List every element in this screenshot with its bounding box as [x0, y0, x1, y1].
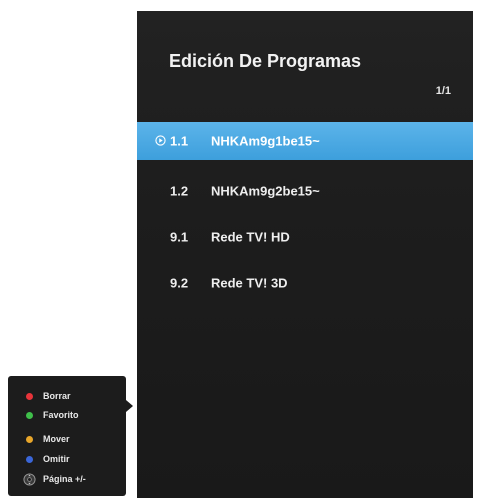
legend-move-label: Mover: [43, 434, 70, 444]
legend-skip[interactable]: Omitir: [26, 452, 70, 466]
legend-delete[interactable]: Borrar: [26, 389, 71, 403]
channel-row-selected[interactable]: 1.1 NHKAm9g1be15~: [137, 122, 473, 160]
channel-number: 9.2: [170, 275, 189, 291]
play-icon: [155, 135, 166, 146]
page-title: Edición De Programas: [169, 51, 362, 71]
channel-row[interactable]: 9.2 Rede TV! 3D: [137, 260, 473, 306]
channel-name: Rede TV! HD: [211, 229, 290, 245]
legend-skip-label: Omitir: [43, 454, 70, 464]
channel-name: Rede TV! 3D: [211, 275, 288, 291]
legend-page[interactable]: Página +/-: [23, 472, 86, 486]
yellow-button-icon: [26, 435, 33, 443]
legend-favorite-label: Favorito: [43, 410, 79, 420]
channel-list: 1.1 NHKAm9g1be15~ 1.2 NHKAm9g2be15~ 9.1 …: [137, 122, 473, 306]
legend-page-label: Página +/-: [43, 474, 86, 484]
key-legend: Borrar Favorito Mover Omitir Página +/-: [8, 376, 126, 496]
green-button-icon: [26, 411, 33, 419]
channel-row[interactable]: 9.1 Rede TV! HD: [137, 214, 473, 260]
channel-name: NHKAm9g1be15~: [211, 133, 320, 149]
legend-move[interactable]: Mover: [26, 432, 70, 446]
program-edit-panel: Edición De Programas 1/1 1.1 NHKAm9g1be1…: [137, 11, 473, 498]
channel-number: 9.1: [170, 229, 189, 245]
channel-name: NHKAm9g2be15~: [211, 183, 320, 199]
legend-pointer: [126, 400, 133, 412]
page-counter: 1/1: [435, 85, 451, 97]
channel-number: 1.1: [170, 133, 189, 149]
dpad-icon: [23, 472, 36, 486]
channel-row[interactable]: 1.2 NHKAm9g2be15~: [137, 168, 473, 214]
channel-number: 1.2: [170, 183, 189, 199]
blue-button-icon: [26, 455, 33, 463]
legend-favorite[interactable]: Favorito: [26, 408, 79, 422]
legend-delete-label: Borrar: [43, 391, 71, 401]
red-button-icon: [26, 392, 33, 400]
